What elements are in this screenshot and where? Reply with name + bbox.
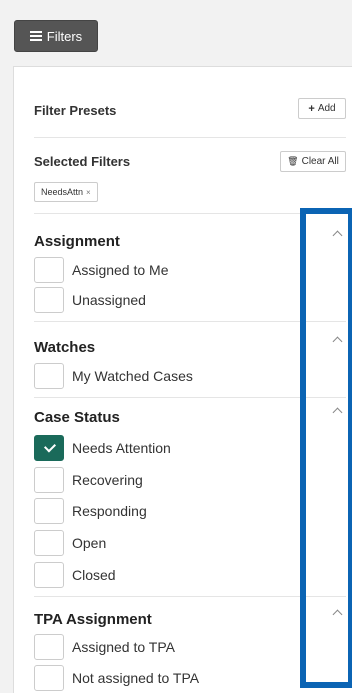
divider	[34, 213, 346, 214]
option-unassigned[interactable]: Unassigned	[34, 287, 146, 313]
filter-presets-title: Filter Presets	[34, 103, 117, 118]
section-title-case-status: Case Status	[34, 409, 120, 426]
checkbox[interactable]	[34, 562, 64, 588]
checkbox[interactable]	[34, 257, 64, 283]
collapse-watches-icon[interactable]	[332, 335, 342, 345]
selected-filter-tag[interactable]: NeedsAttn ×	[34, 182, 98, 202]
option-label: Assigned to Me	[72, 262, 169, 278]
option-label: Recovering	[72, 472, 143, 488]
checkbox[interactable]	[34, 363, 64, 389]
option-open[interactable]: Open	[34, 530, 106, 556]
option-label: Open	[72, 535, 107, 551]
option-label: Assigned to TPA	[72, 639, 175, 655]
option-assigned-to-tpa[interactable]: Assigned to TPA	[34, 634, 175, 660]
add-preset-button[interactable]: + Add	[298, 98, 346, 119]
option-label: Closed	[72, 567, 116, 583]
option-label: Needs Attention	[72, 440, 171, 456]
option-my-watched-cases[interactable]: My Watched Cases	[34, 363, 193, 389]
option-recovering[interactable]: Recovering	[34, 467, 143, 493]
section-title-watches: Watches	[34, 339, 96, 356]
option-label: My Watched Cases	[72, 368, 193, 384]
divider	[34, 137, 346, 138]
option-needs-attention[interactable]: Needs Attention	[34, 435, 171, 461]
plus-icon: +	[308, 102, 315, 115]
checkbox[interactable]	[34, 665, 64, 691]
checkbox-checked[interactable]	[34, 435, 64, 461]
list-icon	[29, 31, 42, 41]
filter-panel: Filter Presets + Add Selected Filters 🗑 …	[13, 66, 352, 693]
option-label: Unassigned	[72, 292, 146, 308]
collapse-assignment-icon[interactable]	[332, 229, 342, 239]
remove-tag-icon[interactable]: ×	[86, 188, 91, 197]
checkbox[interactable]	[34, 634, 64, 660]
toolbar: Filters	[0, 0, 352, 62]
collapse-case-status-icon[interactable]	[332, 406, 342, 416]
option-label: Not assigned to TPA	[72, 670, 200, 686]
collapse-tpa-assignment-icon[interactable]	[332, 608, 342, 618]
divider	[34, 596, 346, 597]
tag-label: NeedsAttn	[41, 187, 84, 197]
filters-button-label: Filters	[46, 28, 83, 44]
checkbox[interactable]	[34, 498, 64, 524]
checkbox[interactable]	[34, 467, 64, 493]
section-title-tpa-assignment: TPA Assignment	[34, 611, 152, 628]
clear-all-label: Clear All	[301, 156, 339, 167]
trash-icon: 🗑	[287, 156, 299, 166]
checkbox[interactable]	[34, 530, 64, 556]
checkbox[interactable]	[34, 287, 64, 313]
option-closed[interactable]: Closed	[34, 562, 116, 588]
clear-all-button[interactable]: 🗑 Clear All	[280, 151, 346, 172]
filters-button[interactable]: Filters	[14, 20, 98, 52]
section-title-assignment: Assignment	[34, 233, 120, 250]
add-preset-label: Add	[317, 103, 336, 114]
option-assigned-to-me[interactable]: Assigned to Me	[34, 257, 169, 283]
option-label: Responding	[72, 503, 147, 519]
option-responding[interactable]: Responding	[34, 498, 147, 524]
divider	[34, 397, 346, 398]
option-not-assigned-to-tpa[interactable]: Not assigned to TPA	[34, 665, 199, 691]
divider	[34, 321, 346, 322]
selected-filters-title: Selected Filters	[34, 154, 131, 169]
